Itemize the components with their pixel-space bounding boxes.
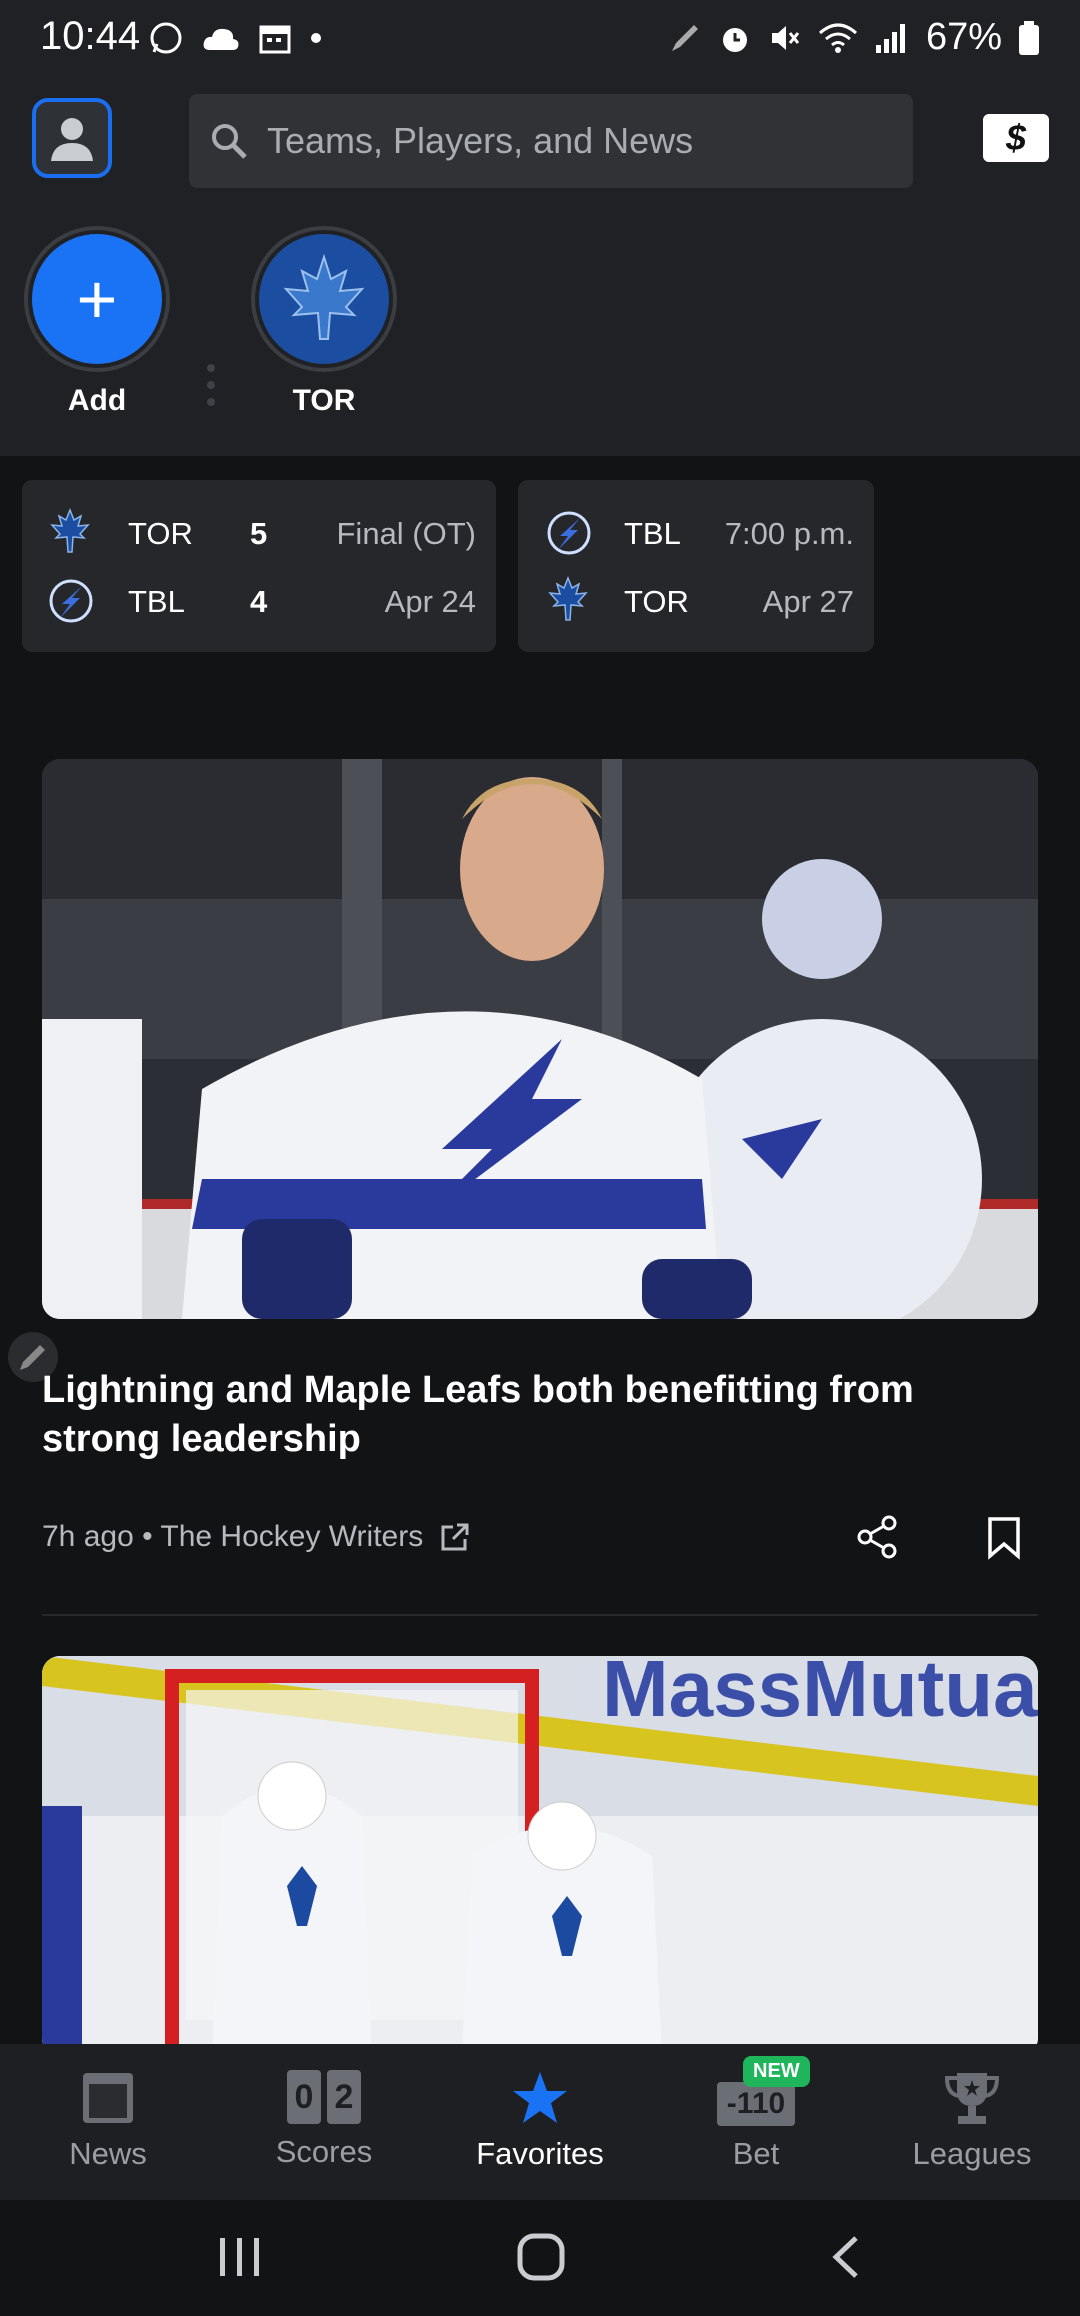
tab-news[interactable]: News xyxy=(8,2070,208,2172)
bet-icon: -110 NEW xyxy=(717,2056,810,2126)
bet-odds: -110 xyxy=(717,2082,795,2126)
recent-apps-icon[interactable] xyxy=(216,2234,264,2280)
status-time: 10:44 xyxy=(40,14,141,58)
favorite-team-tor[interactable]: TOR xyxy=(251,226,397,418)
tab-label: Leagues xyxy=(912,2136,1032,2171)
plus-icon: + xyxy=(32,234,162,364)
divider xyxy=(42,1614,1038,1616)
status-bar: 10:44 67% xyxy=(0,0,1080,80)
drag-handle-icon[interactable] xyxy=(204,362,218,408)
external-link-icon[interactable] xyxy=(439,1521,471,1553)
article-headline[interactable]: Lightning and Maple Leafs both benefitti… xyxy=(42,1366,1038,1464)
battery-percent: 67% xyxy=(925,16,1002,58)
home-icon[interactable] xyxy=(516,2232,566,2282)
app-header: Teams, Players, and News $ + Add TOR xyxy=(0,80,1080,456)
game-date: Apr 24 xyxy=(384,584,476,619)
tab-label: News xyxy=(69,2136,147,2171)
dot-icon xyxy=(311,33,321,43)
status-system-icons: 67% xyxy=(668,16,1040,59)
thescore-logo-icon: $ xyxy=(1005,117,1027,158)
tor-label: TOR xyxy=(292,384,356,417)
mute-icon xyxy=(771,25,800,50)
game-card-final[interactable]: TOR 5 Final (OT) TBL 4 Apr 24 xyxy=(22,480,496,652)
lightning-logo-icon xyxy=(49,579,93,623)
bookmark-icon[interactable] xyxy=(986,1516,1022,1560)
scores-icon-digit: 0 xyxy=(287,2070,321,2124)
team-name: TOR xyxy=(624,584,689,619)
team-name: TOR xyxy=(128,516,193,551)
scores-icon-digit: 2 xyxy=(327,2070,361,2124)
whatsapp-icon xyxy=(150,22,182,54)
maple-leafs-logo-icon xyxy=(548,576,588,621)
profile-button[interactable] xyxy=(32,98,112,178)
status-notification-icons xyxy=(148,20,322,56)
search-placeholder: Teams, Players, and News xyxy=(267,120,694,161)
tab-scores[interactable]: 0 2 Scores xyxy=(224,2070,424,2170)
bottom-tab-bar: News 0 2 Scores Favorites -110 NEW Bet L… xyxy=(0,2044,1080,2200)
article-meta: 7h ago • The Hockey Writers xyxy=(42,1520,471,1554)
article-image[interactable] xyxy=(42,759,1038,1319)
tab-leagues[interactable]: Leagues xyxy=(872,2070,1072,2172)
add-label: Add xyxy=(67,384,127,417)
pen-icon xyxy=(671,24,698,51)
alarm-icon xyxy=(722,27,747,52)
tab-label: Bet xyxy=(732,2136,780,2171)
team-name: TBL xyxy=(128,584,185,619)
maple-leafs-logo-icon xyxy=(259,234,389,364)
banner-text: MassMutual xyxy=(602,1656,1038,1733)
share-icon[interactable] xyxy=(855,1514,901,1560)
add-favorite-button[interactable]: + Add xyxy=(24,226,170,418)
maple-leafs-logo-icon xyxy=(50,508,90,553)
hockey-player-photo xyxy=(42,759,1038,1319)
thescore-bet-button[interactable]: $ xyxy=(983,114,1049,162)
search-icon xyxy=(212,124,247,159)
system-navigation-bar xyxy=(0,2200,1080,2316)
game-time: 7:00 p.m. xyxy=(724,516,854,551)
cloud-icon xyxy=(203,28,239,50)
new-badge: NEW xyxy=(743,2056,810,2087)
star-icon xyxy=(513,2072,567,2123)
article-source[interactable]: 7h ago • The Hockey Writers xyxy=(42,1520,423,1554)
wifi-icon xyxy=(818,23,857,53)
user-icon xyxy=(51,118,93,161)
trophy-icon xyxy=(944,2073,1000,2124)
scores-icon: 0 2 xyxy=(287,2070,361,2124)
signal-icon xyxy=(875,23,905,53)
team-name: TBL xyxy=(624,516,681,551)
game-date: Apr 27 xyxy=(762,584,854,619)
game-card-upcoming[interactable]: TBL 7:00 p.m. TOR Apr 27 xyxy=(518,480,874,652)
tab-favorites[interactable]: Favorites xyxy=(440,2070,640,2172)
search-input[interactable]: Teams, Players, and News xyxy=(189,94,913,188)
team-score: 5 xyxy=(250,516,268,551)
tab-label: Favorites xyxy=(476,2136,604,2171)
tab-bet[interactable]: -110 NEW Bet xyxy=(656,2056,856,2172)
back-icon[interactable] xyxy=(828,2234,862,2280)
game-status: Final (OT) xyxy=(336,516,477,551)
battery-icon xyxy=(1019,20,1039,55)
news-icon xyxy=(83,2073,133,2123)
team-score: 4 xyxy=(250,584,268,619)
calendar-icon xyxy=(259,25,291,54)
tab-label: Scores xyxy=(275,2134,373,2169)
hockey-celebration-photo: MassMutual xyxy=(42,1656,1038,2056)
article-image[interactable]: MassMutual xyxy=(42,1656,1038,2056)
lightning-logo-icon xyxy=(547,511,591,555)
